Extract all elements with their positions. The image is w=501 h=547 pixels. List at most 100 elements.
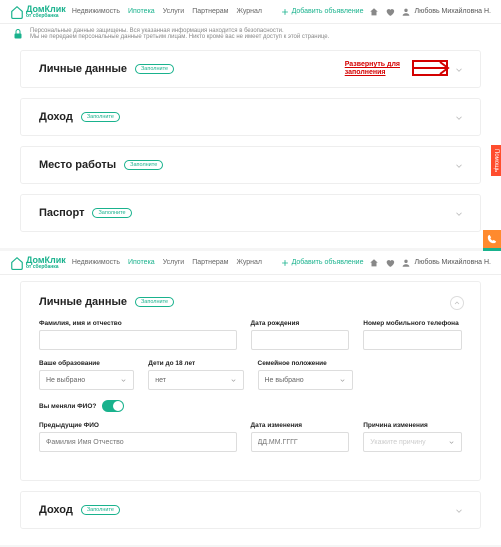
nav-mortgage[interactable]: Ипотека: [128, 259, 155, 266]
field-phone: Номер мобильного телефона: [363, 320, 462, 350]
field-marital: Семейное положение Не выбрано: [258, 360, 353, 390]
label: Вы меняли ФИО?: [39, 403, 96, 410]
chevron-up-icon: [453, 299, 461, 307]
chevron-down-icon: [230, 377, 237, 384]
nav-realty[interactable]: Недвижимость: [72, 259, 120, 266]
prev-fio-input[interactable]: [39, 432, 237, 452]
label: Дата рождения: [251, 320, 350, 327]
nav-journal[interactable]: Журнал: [236, 259, 262, 266]
plus-icon: [280, 258, 290, 268]
collapse-button[interactable]: [450, 296, 464, 310]
chevron-down-icon: [454, 506, 464, 516]
chevron-down-icon: [454, 161, 464, 171]
annotation-arrow-icon: [412, 59, 456, 77]
label: Номер мобильного телефона: [363, 320, 462, 327]
notice-line2: Мы не передаем персональные данные треть…: [30, 34, 329, 40]
nav-services[interactable]: Услуги: [163, 8, 185, 15]
nav-partners[interactable]: Партнерам: [192, 259, 228, 266]
section-income[interactable]: Доход Заполните: [20, 491, 481, 529]
screenshot-expanded: ДомКликот сбербанка Недвижимость Ипотека…: [0, 251, 501, 545]
label: Дети до 18 лет: [148, 360, 243, 367]
section-title: Личные данные: [39, 63, 127, 75]
logo[interactable]: ДомКликот сбербанка: [10, 4, 66, 19]
field-change-date: Дата изменения: [251, 422, 350, 452]
chevron-down-icon: [454, 209, 464, 219]
main-nav: Недвижимость Ипотека Услуги Партнерам Жу…: [72, 259, 262, 266]
label: Фамилия, имя и отчество: [39, 320, 237, 327]
personal-form: Личные данные Заполните Фамилия, имя и о…: [20, 281, 481, 481]
user-icon: [401, 7, 411, 17]
fill-badge: Заполните: [135, 297, 174, 307]
main-nav: Недвижимость Ипотека Услуги Партнерам Жу…: [72, 8, 262, 15]
reason-select[interactable]: Укажите причину: [363, 432, 462, 452]
nav-mortgage[interactable]: Ипотека: [128, 8, 155, 15]
chevron-down-icon: [454, 113, 464, 123]
heart-icon[interactable]: [385, 7, 395, 17]
add-listing-button[interactable]: Добавить объявление: [280, 7, 364, 17]
changed-name-row: Вы меняли ФИО?: [39, 400, 462, 412]
dob-input[interactable]: [251, 330, 350, 350]
section-personal[interactable]: Личные данные Заполните Развернуть дляза…: [20, 50, 481, 88]
label: Ваше образование: [39, 360, 134, 367]
home-icon[interactable]: [369, 7, 379, 17]
header: ДомКликот сбербанка Недвижимость Ипотека…: [0, 251, 501, 275]
plus-icon: [280, 7, 290, 17]
label: Дата изменения: [251, 422, 350, 429]
field-prev-fio: Предыдущие ФИО: [39, 422, 237, 452]
chevron-down-icon: [448, 439, 455, 446]
user-icon: [401, 258, 411, 268]
marital-select[interactable]: Не выбрано: [258, 370, 353, 390]
kids-select[interactable]: нет: [148, 370, 243, 390]
phone-input[interactable]: [363, 330, 462, 350]
section-title: Личные данные: [39, 296, 127, 308]
phone-icon: [487, 234, 497, 244]
section-work[interactable]: Место работы Заполните: [20, 146, 481, 184]
education-select[interactable]: Не выбрано: [39, 370, 134, 390]
section-title: Доход: [39, 111, 73, 123]
user-menu[interactable]: Любовь Михайловна Н.: [401, 258, 491, 268]
fill-badge: Заполните: [92, 208, 131, 218]
nav-realty[interactable]: Недвижимость: [72, 8, 120, 15]
help-tab[interactable]: Помощь: [491, 145, 501, 176]
fill-badge: Заполните: [81, 505, 120, 515]
user-menu[interactable]: Любовь Михайловна Н.: [401, 7, 491, 17]
phone-tab[interactable]: [483, 230, 501, 248]
nav-partners[interactable]: Партнерам: [192, 8, 228, 15]
change-date-input[interactable]: [251, 432, 350, 452]
house-icon: [10, 256, 24, 270]
changed-name-toggle[interactable]: [102, 400, 124, 412]
field-reason: Причина изменения Укажите причину: [363, 422, 462, 452]
field-education: Ваше образование Не выбрано: [39, 360, 134, 390]
section-title: Место работы: [39, 159, 116, 171]
fill-badge: Заполните: [135, 64, 174, 74]
nav-journal[interactable]: Журнал: [236, 8, 262, 15]
label: Предыдущие ФИО: [39, 422, 237, 429]
section-title: Доход: [39, 504, 73, 516]
chevron-down-icon: [120, 377, 127, 384]
field-kids: Дети до 18 лет нет: [148, 360, 243, 390]
screenshot-collapsed: ДомКликот сбербанка Недвижимость Ипотека…: [0, 0, 501, 248]
form-content: Личные данные Заполните Фамилия, имя и о…: [0, 275, 501, 545]
heart-icon[interactable]: [385, 258, 395, 268]
chevron-down-icon: [454, 65, 464, 75]
home-icon[interactable]: [369, 258, 379, 268]
lock-icon: [12, 28, 24, 40]
privacy-notice: Персональные данные защищены. Вся указан…: [0, 24, 501, 44]
chevron-down-icon: [339, 377, 346, 384]
field-dob: Дата рождения: [251, 320, 350, 350]
nav-services[interactable]: Услуги: [163, 259, 185, 266]
header: ДомКликот сбербанка Недвижимость Ипотека…: [0, 0, 501, 24]
house-icon: [10, 5, 24, 19]
add-listing-button[interactable]: Добавить объявление: [280, 258, 364, 268]
sections-list: Личные данные Заполните Развернуть дляза…: [0, 44, 501, 248]
label: Семейное положение: [258, 360, 353, 367]
section-income[interactable]: Доход Заполните: [20, 98, 481, 136]
fio-input[interactable]: [39, 330, 237, 350]
label: Причина изменения: [363, 422, 462, 429]
field-fio: Фамилия, имя и отчество: [39, 320, 237, 350]
fill-badge: Заполните: [81, 112, 120, 122]
expand-annotation: Развернуть длязаполнения: [345, 61, 400, 78]
logo[interactable]: ДомКликот сбербанка: [10, 255, 66, 270]
section-passport[interactable]: Паспорт Заполните: [20, 194, 481, 232]
section-title: Паспорт: [39, 207, 84, 219]
